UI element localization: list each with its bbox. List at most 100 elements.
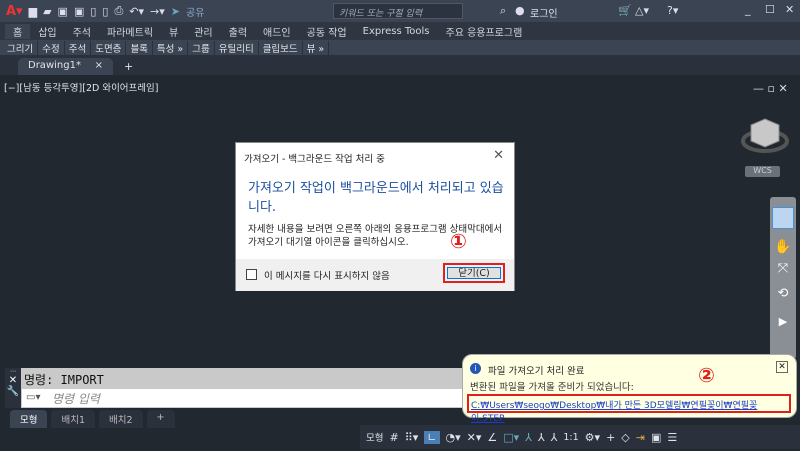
save-icon[interactable]: ▣ xyxy=(58,5,68,18)
tab-insert[interactable]: 삽입 xyxy=(30,24,64,39)
tab-model[interactable]: 모형 xyxy=(10,410,48,428)
customize-wrench-icon[interactable]: 🔧 xyxy=(5,386,21,397)
steering-wheel-icon[interactable] xyxy=(772,207,794,229)
zoom-extents-icon[interactable]: ⤧ xyxy=(770,261,796,276)
panel-utilities[interactable]: 유틸리티 xyxy=(215,40,259,55)
panel-modify[interactable]: 수정 xyxy=(38,40,65,55)
tab-collaborate[interactable]: 공동 작업 xyxy=(299,24,355,39)
polar-icon[interactable]: ◔▾ xyxy=(446,431,461,444)
pan-icon[interactable]: ✋ xyxy=(770,239,796,255)
notification-title: 파일 가져오기 처리 완료 xyxy=(488,366,585,377)
search-icon[interactable]: ⌕ xyxy=(500,4,506,18)
tab-parametric[interactable]: 파라메트릭 xyxy=(99,24,161,39)
close-command-icon[interactable]: ✕ xyxy=(5,375,21,386)
tab-express-tools[interactable]: Express Tools xyxy=(355,26,438,37)
help-icon[interactable]: ?▾ xyxy=(667,4,678,17)
close-button-label: 닫기(C) xyxy=(447,267,501,279)
panel-groups[interactable]: 그룹 xyxy=(188,40,215,55)
tab-output[interactable]: 출력 xyxy=(221,24,255,39)
add-icon[interactable]: + xyxy=(606,431,615,444)
panel-clipboard[interactable]: 클립보드 xyxy=(259,40,303,55)
open-icon[interactable]: ▰ xyxy=(43,5,51,18)
dialog-body: 자세한 내용을 보려면 오른쪽 아래의 응용프로그램 상태막대에서 가져오기 대… xyxy=(248,224,503,248)
notification-close-icon[interactable]: ✕ xyxy=(776,361,788,373)
wcs-dropdown[interactable]: WCS xyxy=(745,166,780,177)
imported-file-link[interactable]: C:₩Users₩seogo₩Desktop₩내가 만든 3D모델링₩연필꽂이₩… xyxy=(467,394,791,424)
sheet-icon[interactable]: ▯ xyxy=(90,5,96,18)
cart-icon[interactable]: 🛒 xyxy=(618,4,632,17)
dialog-heading: 가져오기 작업이 백그라운드에서 처리되고 있습니다. xyxy=(248,181,504,215)
viewport-label[interactable]: [−][남동 등각투영][2D 와이어프레임] xyxy=(4,80,158,94)
import-background-dialog: 가져오기 - 백그라운드 작업 처리 중 ✕ 가져오기 작업이 백그라운드에서 … xyxy=(235,142,515,291)
tab-addins[interactable]: 애드인 xyxy=(255,24,299,39)
new-icon[interactable]: ▆ xyxy=(29,5,37,18)
viewport-controls-icon[interactable]: — ▫ ✕ xyxy=(753,82,788,95)
drawing-tab-label: Drawing1* xyxy=(28,60,81,71)
fullscreen-icon[interactable]: ▣ xyxy=(651,431,661,444)
dont-show-label: 이 메시지를 다시 표시하지 않음 xyxy=(264,271,390,282)
annotation-scale-icon[interactable]: ⅄ xyxy=(551,431,558,444)
login-button[interactable]: 로그인 xyxy=(530,5,558,20)
tab-home[interactable]: 홈 xyxy=(5,23,31,39)
tab-view[interactable]: 뷰 xyxy=(161,24,186,39)
autodesk-icon[interactable]: △▾ xyxy=(635,4,649,17)
drawing-tab[interactable]: Drawing1* × xyxy=(18,58,113,75)
dialog-close-icon[interactable]: ✕ xyxy=(493,148,504,163)
close-window-icon[interactable]: ✕ xyxy=(785,3,794,16)
panel-block[interactable]: 블록 xyxy=(126,40,153,55)
auto-scale-icon[interactable]: ⅄ xyxy=(538,431,545,444)
save-as-icon[interactable]: ▣ xyxy=(74,5,84,18)
tab-annotate[interactable]: 주석 xyxy=(65,24,99,39)
export-icon[interactable]: ▯ xyxy=(102,5,108,18)
command-line-handle[interactable]: ⋯ ✕ 🔧 xyxy=(5,368,21,408)
showmotion-icon[interactable]: ▶ xyxy=(770,315,796,328)
isolate-icon[interactable]: ◇ xyxy=(621,431,629,444)
panel-properties[interactable]: 특성 » xyxy=(153,40,189,55)
panel-layers[interactable]: 도면층 xyxy=(91,40,127,55)
command-history: 명령: IMPORT xyxy=(24,373,104,387)
minimize-icon[interactable]: _ xyxy=(745,3,751,16)
undo-icon[interactable]: ↶▾ xyxy=(129,5,144,18)
grip-icon[interactable]: ⋯ xyxy=(5,368,21,375)
close-tab-icon[interactable]: × xyxy=(95,60,103,73)
close-button[interactable]: 닫기(C) xyxy=(443,263,505,283)
workspace-gear-icon[interactable]: ⚙▾ xyxy=(585,431,600,444)
panel-draw[interactable]: 그리기 xyxy=(3,40,39,55)
panel-view[interactable]: 뷰 » xyxy=(303,40,330,55)
ortho-icon[interactable]: ∟ xyxy=(424,430,440,444)
customization-menu-icon[interactable]: ☰ xyxy=(667,431,677,444)
user-icon[interactable]: ● xyxy=(515,4,525,17)
recent-commands-icon[interactable]: ▭▾ xyxy=(26,392,40,403)
share-button[interactable]: 공유 xyxy=(186,4,204,19)
isodraft-icon[interactable]: ∠ xyxy=(487,431,497,444)
tab-manage[interactable]: 관리 xyxy=(186,24,220,39)
panel-annotation[interactable]: 주석 xyxy=(65,40,92,55)
search-input[interactable]: 키워드 또는 구절 입력 xyxy=(333,3,463,19)
ribbon-panels: 그리기 수정 주석 도면층 블록 특성 » 그룹 유틸리티 클립보드 뷰 » xyxy=(0,40,800,55)
annotation-visibility-icon[interactable]: ⅄ xyxy=(525,431,532,444)
model-space-button[interactable]: 모형 xyxy=(366,430,383,444)
object-snap-icon[interactable]: □▾ xyxy=(503,431,519,444)
osnap-tracking-icon[interactable]: ✕▾ xyxy=(467,431,482,444)
ribbon-tabs: 홈 삽입 주석 파라메트릭 뷰 관리 출력 애드인 공동 작업 Express … xyxy=(0,22,800,40)
tab-featured-apps[interactable]: 주요 응용프로그램 xyxy=(438,24,531,39)
snap-icon[interactable]: ⠿▾ xyxy=(405,431,419,444)
share-icon[interactable]: ➤ xyxy=(171,5,180,18)
viewcube-icon[interactable] xyxy=(740,115,790,155)
redo-icon[interactable]: →▾ xyxy=(150,5,165,18)
autocad-logo-icon[interactable]: A▾ xyxy=(6,4,23,19)
maximize-icon[interactable]: ☐ xyxy=(765,3,775,16)
print-icon[interactable]: ⎙ xyxy=(114,4,123,18)
add-layout-button[interactable]: + xyxy=(146,410,175,428)
dont-show-checkbox[interactable] xyxy=(246,269,257,280)
navigation-bar[interactable]: ✋ ⤧ ⟲ ▶ xyxy=(770,197,796,359)
tab-layout2[interactable]: 배치2 xyxy=(99,410,143,428)
scale-dropdown[interactable]: 1:1 xyxy=(563,432,578,443)
orbit-icon[interactable]: ⟲ xyxy=(770,286,796,301)
import-complete-notification: i 파일 가져오기 처리 완료 ✕ ② 변환된 파일을 가져올 준비가 되었습니… xyxy=(462,354,797,424)
import-queue-icon[interactable]: ⇥ xyxy=(636,431,645,444)
grid-icon[interactable]: # xyxy=(389,431,398,444)
notification-message: 변환된 파일을 가져올 준비가 되었습니다: xyxy=(470,382,634,393)
new-tab-button[interactable]: + xyxy=(124,60,133,73)
tab-layout1[interactable]: 배치1 xyxy=(51,410,96,428)
